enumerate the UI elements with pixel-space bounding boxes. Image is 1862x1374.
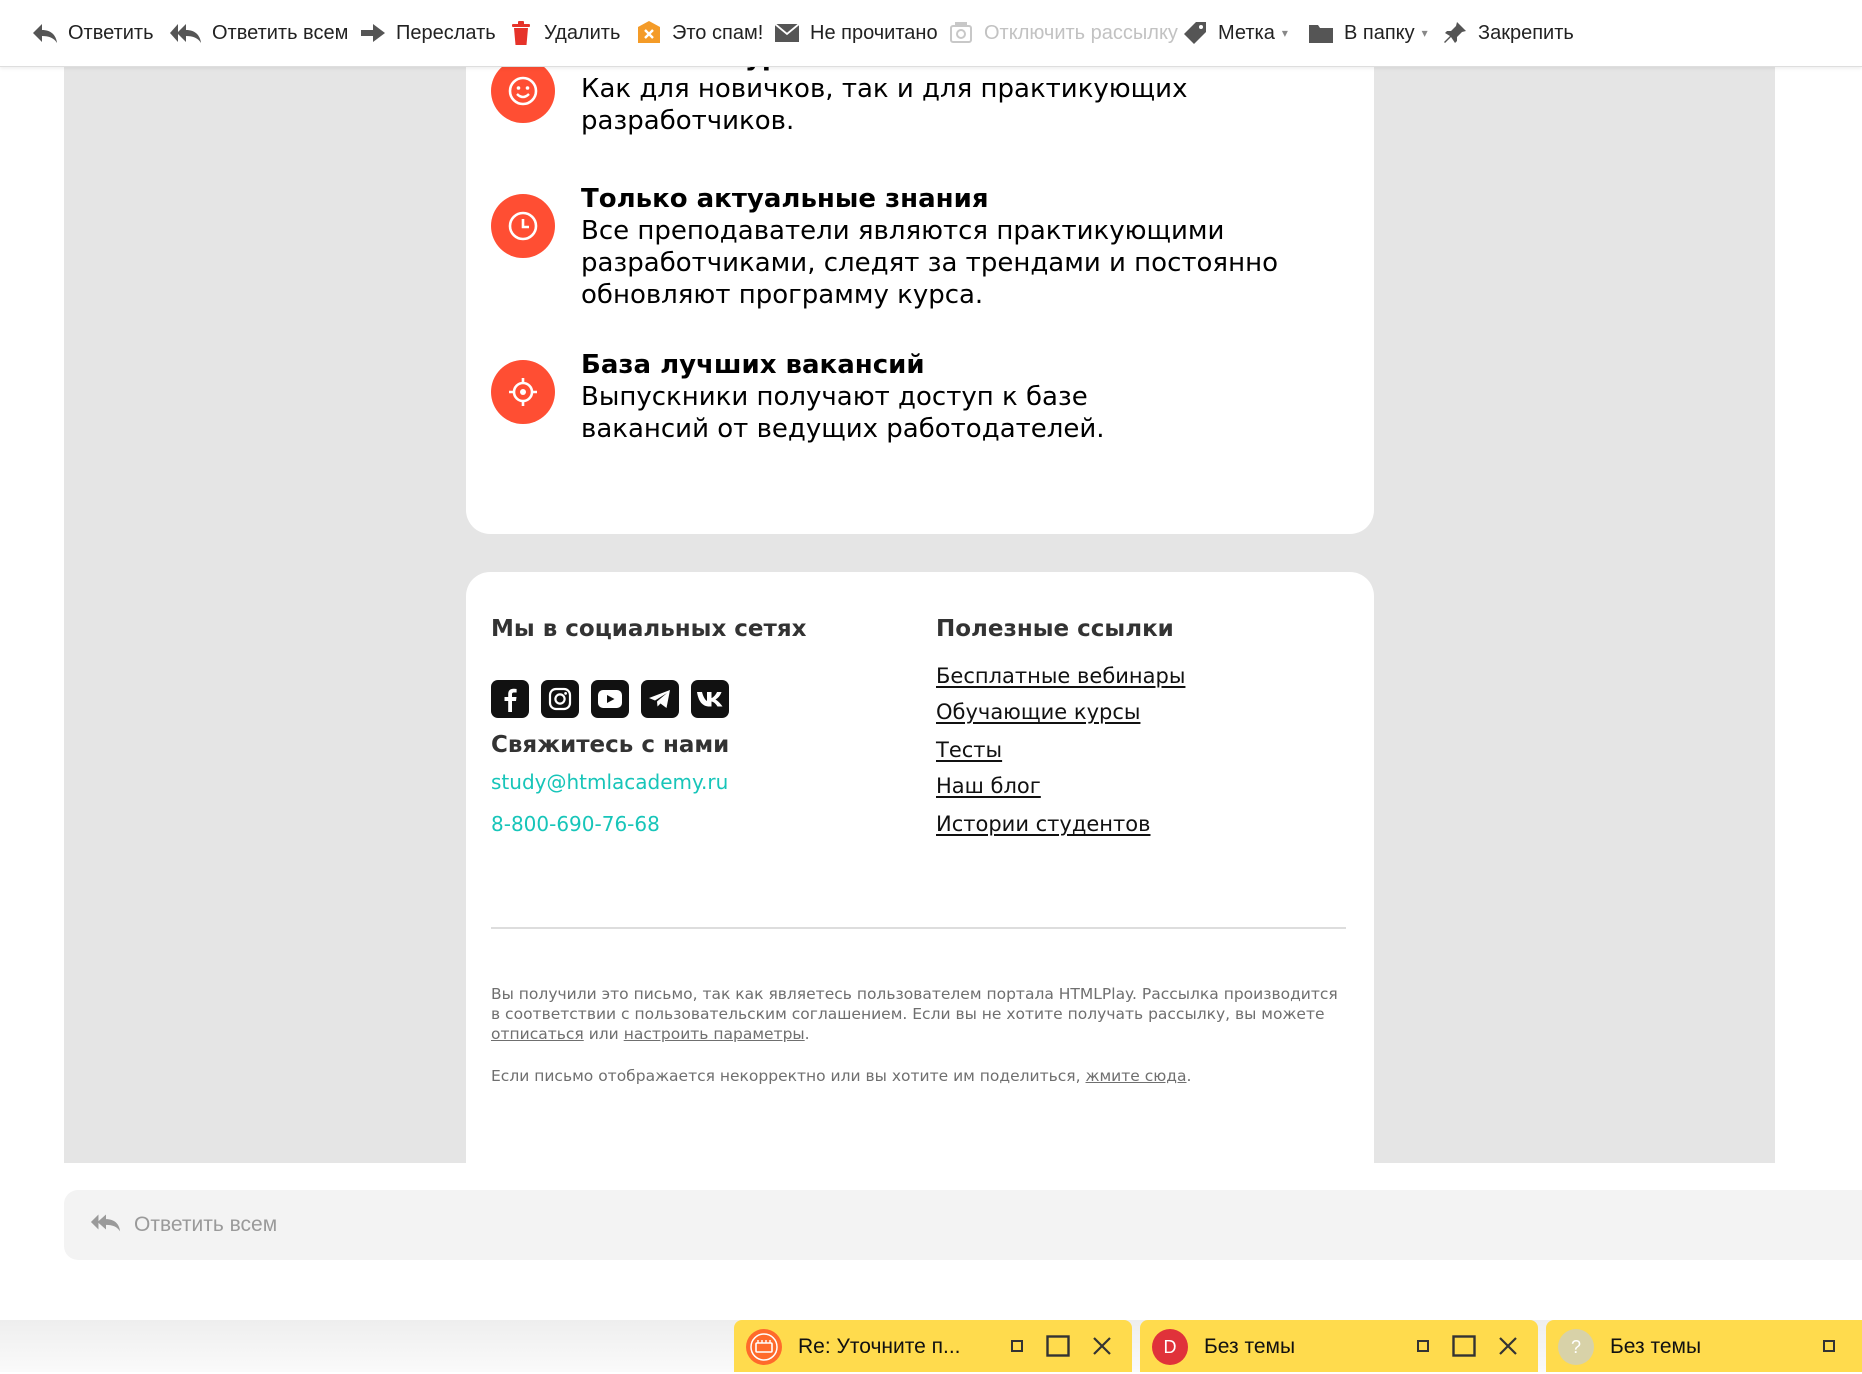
- youtube-icon[interactable]: [591, 680, 629, 718]
- notice-end: .: [804, 1025, 810, 1043]
- useful-link[interactable]: Тесты: [936, 738, 1002, 762]
- mark-unread-button[interactable]: Не прочитано: [772, 0, 938, 66]
- compose-tab-title: Без темы: [1204, 1335, 1296, 1358]
- subscription-notice: Вы получили это письмо, так как являетес…: [491, 984, 1351, 1044]
- useful-links-heading: Полезные ссылки: [936, 616, 1174, 642]
- useful-link[interactable]: Истории студентов: [936, 812, 1150, 836]
- tag-icon: [1180, 18, 1210, 48]
- avatar: D: [1152, 1329, 1188, 1365]
- close-icon[interactable]: [1084, 1320, 1120, 1372]
- mail-toolbar: Ответить Ответить всем Переслать Удалить…: [0, 0, 1862, 67]
- spam-icon: [634, 18, 664, 48]
- delete-label: Удалить: [544, 21, 621, 44]
- pin-label: Закрепить: [1478, 21, 1574, 44]
- chevron-down-icon: ▾: [1281, 26, 1288, 40]
- chevron-down-icon: ▾: [1421, 26, 1428, 40]
- mark-unread-label: Не прочитано: [810, 21, 938, 44]
- compose-tab-title: Re: Уточните п...: [798, 1335, 961, 1358]
- feature-text: Только актуальные знания Все преподавате…: [581, 183, 1281, 311]
- move-to-folder-dropdown[interactable]: В папку ▾: [1306, 0, 1428, 66]
- phone-link[interactable]: 8-800-690-76-68: [491, 812, 660, 836]
- pin-button[interactable]: Закрепить: [1440, 0, 1574, 66]
- close-icon[interactable]: [1490, 1320, 1526, 1372]
- maximize-icon[interactable]: [1040, 1320, 1076, 1372]
- contact-heading: Свяжитесь с нами: [491, 732, 730, 758]
- vk-icon[interactable]: [691, 680, 729, 718]
- pin-icon: [1440, 18, 1470, 48]
- features-card: Более 30 курсов Как для новичков, так и …: [466, 42, 1374, 534]
- social-heading: Мы в социальных сетях: [491, 616, 807, 642]
- feature-description: Все преподаватели являются практикующими…: [581, 216, 1278, 310]
- useful-link[interactable]: Наш блог: [936, 774, 1041, 798]
- move-to-folder-label: В папку: [1344, 21, 1415, 44]
- minimize-icon[interactable]: [1814, 1320, 1844, 1372]
- spam-label: Это спам!: [672, 21, 764, 44]
- compose-tab[interactable]: D Без темы: [1140, 1320, 1538, 1372]
- forward-label: Переслать: [396, 21, 496, 44]
- unsubscribe-button[interactable]: Отключить рассылку: [946, 0, 1178, 66]
- forward-icon: [358, 18, 388, 48]
- spam-button[interactable]: Это спам!: [634, 0, 763, 66]
- compose-tab[interactable]: ? Без темы: [1546, 1320, 1862, 1372]
- forward-button[interactable]: Переслать: [358, 0, 496, 66]
- useful-link[interactable]: Обучающие курсы: [936, 700, 1140, 724]
- maximize-icon[interactable]: [1446, 1320, 1482, 1372]
- quick-reply-label: Ответить всем: [134, 1213, 278, 1236]
- label-dropdown[interactable]: Метка ▾: [1180, 0, 1288, 66]
- telegram-icon[interactable]: [641, 680, 679, 718]
- share-end: .: [1186, 1067, 1192, 1085]
- unsubscribe-icon: [946, 18, 976, 48]
- feature-text: База лучших вакансий Выпускники получают…: [581, 349, 1281, 445]
- reply-all-button[interactable]: Ответить всем: [168, 0, 348, 66]
- smile-icon: [491, 59, 555, 123]
- reply-button[interactable]: Ответить: [30, 0, 154, 66]
- share-text: Если письмо отображается некорректно или…: [491, 1067, 1086, 1085]
- notice-text: Вы получили это письмо, так как являетес…: [491, 985, 1338, 1023]
- reply-icon: [30, 18, 60, 48]
- folder-icon: [1306, 18, 1336, 48]
- trash-icon: [506, 18, 536, 48]
- reply-label: Ответить: [68, 21, 154, 44]
- email-link[interactable]: study@htmlacademy.ru: [491, 770, 728, 794]
- envelope-icon: [772, 18, 802, 48]
- compose-tab-title: Без темы: [1610, 1335, 1702, 1358]
- clock-icon: [491, 194, 555, 258]
- quick-reply-bar[interactable]: Ответить всем: [64, 1190, 1862, 1260]
- compose-tab[interactable]: Re: Уточните п...: [734, 1320, 1132, 1372]
- reply-all-label: Ответить всем: [212, 21, 349, 44]
- target-icon: [491, 360, 555, 424]
- avatar: ?: [1558, 1329, 1594, 1365]
- footer-divider: [491, 927, 1346, 929]
- minimize-icon[interactable]: [1002, 1320, 1032, 1372]
- settings-link[interactable]: настроить параметры: [624, 1025, 805, 1043]
- share-notice: Если письмо отображается некорректно или…: [491, 1066, 1351, 1086]
- reply-all-icon: [90, 1210, 122, 1240]
- social-links: [491, 680, 741, 718]
- minimize-icon[interactable]: [1408, 1320, 1438, 1372]
- feature-title: Только актуальные знания: [581, 184, 989, 214]
- share-link[interactable]: жмите сюда: [1086, 1067, 1187, 1085]
- unsubscribe-link[interactable]: отписаться: [491, 1025, 584, 1043]
- notice-or: или: [583, 1025, 624, 1043]
- instagram-icon[interactable]: [541, 680, 579, 718]
- label-dropdown-label: Метка: [1218, 21, 1275, 44]
- feature-description: Как для новичков, так и для практикующих…: [581, 74, 1188, 136]
- unsubscribe-label: Отключить рассылку: [984, 21, 1178, 44]
- useful-link[interactable]: Бесплатные вебинары: [936, 664, 1185, 688]
- footer-card: Мы в социальных сетях Свяжитесь с нами s…: [466, 572, 1374, 1163]
- facebook-icon[interactable]: [491, 680, 529, 718]
- academy-logo-icon: [746, 1329, 782, 1365]
- feature-title: База лучших вакансий: [581, 350, 925, 380]
- delete-button[interactable]: Удалить: [506, 0, 620, 66]
- feature-description: Выпускники получают доступ к базе ваканс…: [581, 382, 1105, 444]
- reply-all-icon: [168, 18, 204, 48]
